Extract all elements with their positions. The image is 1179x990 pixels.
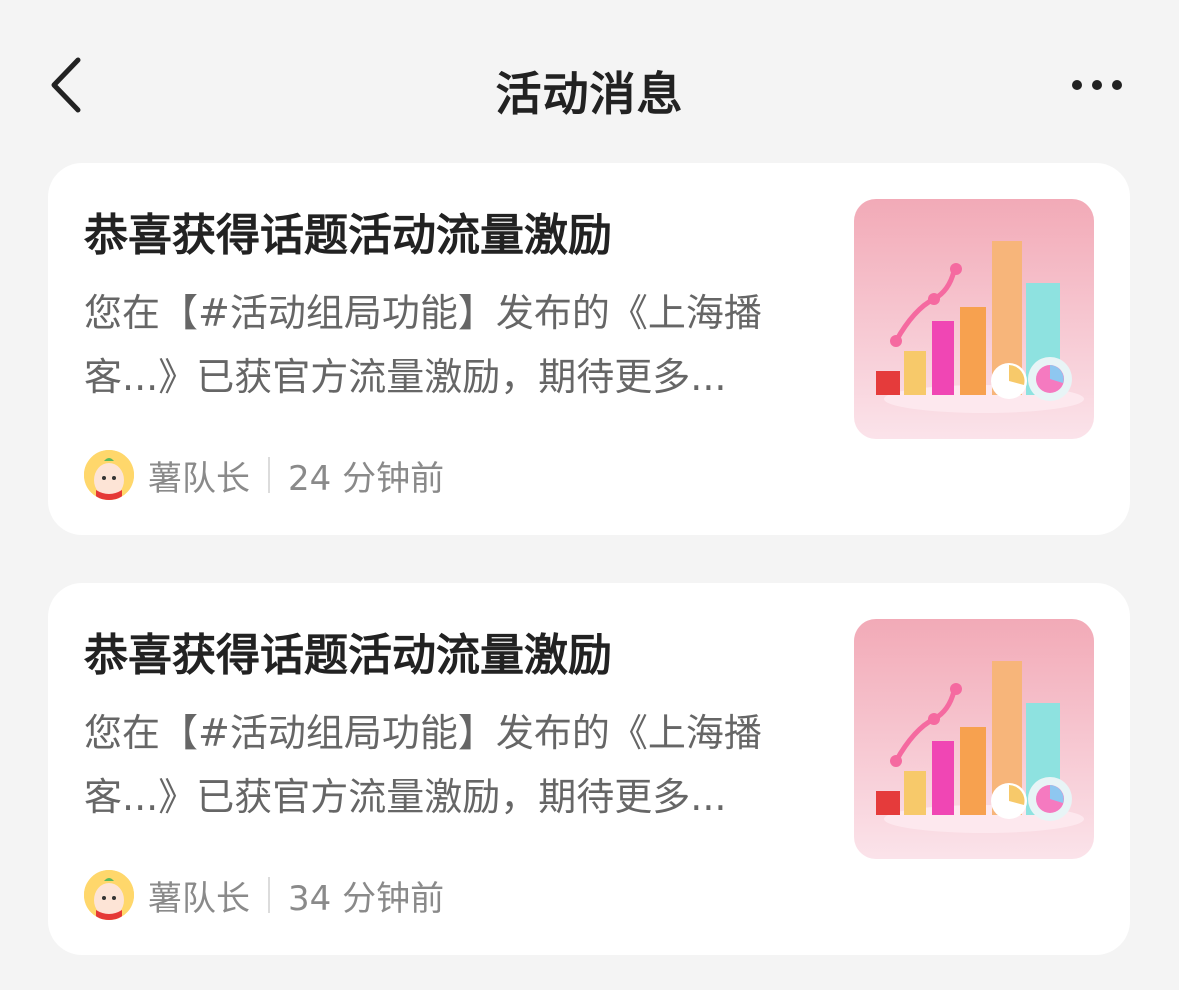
divider bbox=[268, 457, 270, 493]
message-title: 恭喜获得话题活动流量激励 bbox=[84, 630, 612, 681]
message-meta: 薯队长 34 分钟前 bbox=[84, 869, 444, 921]
divider bbox=[268, 877, 270, 913]
more-options-button[interactable] bbox=[1067, 68, 1127, 102]
message-thumbnail[interactable] bbox=[854, 199, 1094, 439]
bar-chart-illustration bbox=[854, 619, 1094, 859]
timestamp: 24 分钟前 bbox=[288, 458, 445, 499]
description-line: 客...》已获官方流量激励，期待更多... bbox=[84, 355, 727, 399]
author-name: 薯队长 bbox=[148, 878, 250, 919]
message-title: 恭喜获得话题活动流量激励 bbox=[84, 210, 612, 261]
avatar[interactable] bbox=[84, 870, 134, 920]
avatar[interactable] bbox=[84, 450, 134, 500]
description-line: 客...》已获官方流量激励，期待更多... bbox=[84, 775, 727, 819]
potato-avatar-icon bbox=[84, 870, 134, 920]
message-card[interactable]: 恭喜获得话题活动流量激励 您在【#活动组局功能】发布的《上海播 客...》已获官… bbox=[48, 583, 1130, 955]
top-bar: 活动消息 bbox=[0, 0, 1179, 170]
page-title: 活动消息 bbox=[495, 67, 684, 121]
message-description: 您在【#活动组局功能】发布的《上海播 客...》已获官方流量激励，期待更多... bbox=[84, 701, 814, 829]
author-name: 薯队长 bbox=[148, 458, 250, 499]
potato-avatar-icon bbox=[84, 450, 134, 500]
bar-chart-illustration bbox=[854, 199, 1094, 439]
more-dots-icon bbox=[1072, 80, 1122, 90]
message-thumbnail[interactable] bbox=[854, 619, 1094, 859]
message-description: 您在【#活动组局功能】发布的《上海播 客...》已获官方流量激励，期待更多... bbox=[84, 281, 814, 409]
description-line: 您在【#活动组局功能】发布的《上海播 bbox=[84, 291, 762, 335]
message-card[interactable]: 恭喜获得话题活动流量激励 您在【#活动组局功能】发布的《上海播 客...》已获官… bbox=[48, 163, 1130, 535]
description-line: 您在【#活动组局功能】发布的《上海播 bbox=[84, 711, 762, 755]
message-meta: 薯队长 24 分钟前 bbox=[84, 449, 444, 501]
timestamp: 34 分钟前 bbox=[288, 878, 445, 919]
